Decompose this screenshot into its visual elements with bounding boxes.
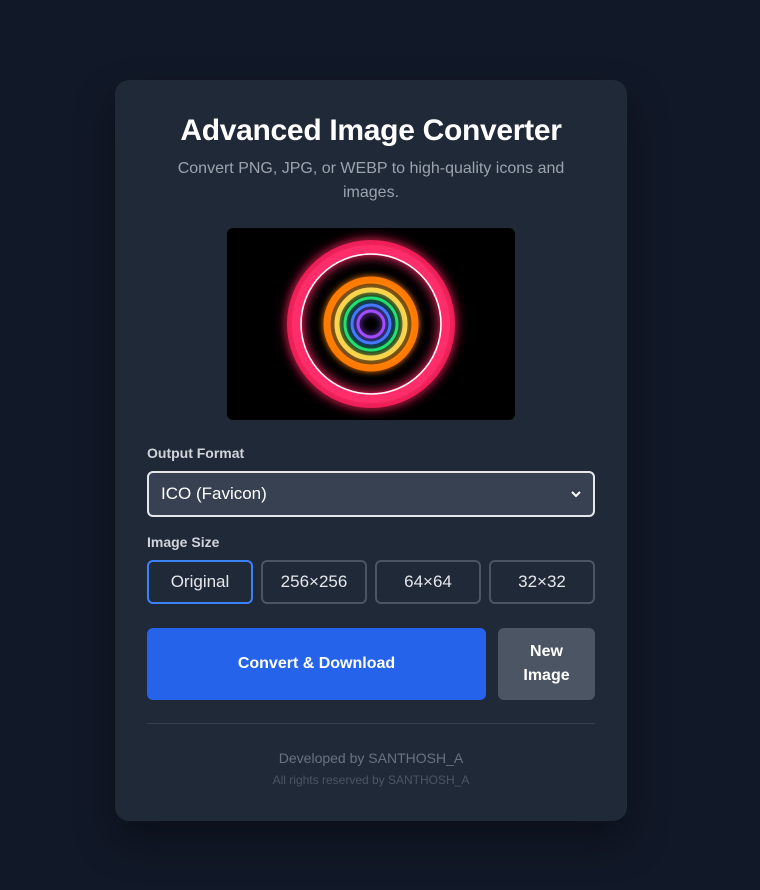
rights-notice: All rights reserved by SANTHOSH_A xyxy=(272,773,470,787)
chevron-down-icon xyxy=(571,489,581,499)
new-image-button[interactable]: New Image xyxy=(498,628,595,700)
output-format-value: ICO (Favicon) xyxy=(161,484,267,503)
developer-credit: Developed by SANTHOSH_A xyxy=(278,750,464,766)
neon-rings-image xyxy=(287,240,455,408)
image-preview xyxy=(227,228,515,420)
footer-divider xyxy=(147,723,595,724)
convert-download-button[interactable]: Convert & Download xyxy=(147,628,486,700)
converter-card: Advanced Image Converter Convert PNG, JP… xyxy=(115,80,627,821)
size-option-64[interactable]: 64×64 xyxy=(375,560,481,604)
page-title: Advanced Image Converter xyxy=(180,114,562,147)
size-option-original[interactable]: Original xyxy=(147,560,253,604)
image-size-label: Image Size xyxy=(147,534,220,550)
output-format-label: Output Format xyxy=(147,445,245,461)
size-option-32[interactable]: 32×32 xyxy=(489,560,595,604)
page-subtitle: Convert PNG, JPG, or WEBP to high-qualit… xyxy=(177,160,565,201)
size-option-256[interactable]: 256×256 xyxy=(261,560,367,604)
image-size-options: Original 256×256 64×64 32×32 xyxy=(147,560,595,604)
output-format-select[interactable]: ICO (Favicon) xyxy=(147,471,595,517)
